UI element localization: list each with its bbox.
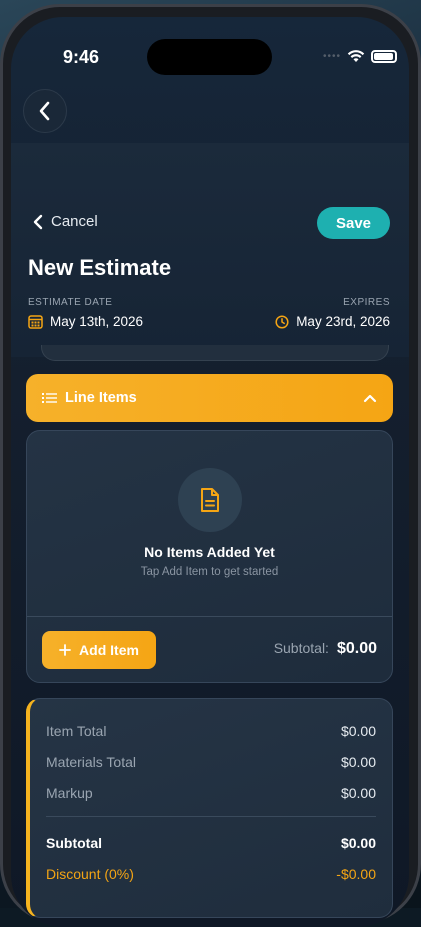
empty-state-title: No Items Added Yet xyxy=(27,544,392,560)
status-time: 9:46 xyxy=(63,47,99,68)
totals-row-label: Materials Total xyxy=(46,754,136,770)
add-item-label: Add Item xyxy=(79,642,139,658)
page-title: New Estimate xyxy=(28,255,171,281)
chevron-left-icon xyxy=(33,214,43,230)
plus-icon xyxy=(59,644,71,656)
back-button[interactable] xyxy=(23,89,67,133)
line-items-section-header[interactable]: Line Items xyxy=(26,374,393,422)
expires-label: EXPIRES xyxy=(343,297,390,308)
expires-date-picker[interactable]: May 23rd, 2026 xyxy=(275,314,390,329)
estimate-date-label: ESTIMATE DATE xyxy=(28,297,112,308)
cancel-button[interactable]: Cancel xyxy=(33,213,98,230)
line-items-subtotal: Subtotal: $0.00 xyxy=(274,640,377,658)
calendar-icon xyxy=(28,314,43,329)
signal-dots-icon: •••• xyxy=(323,51,341,62)
line-items-label: Line Items xyxy=(65,390,363,406)
totals-row-value: $0.00 xyxy=(341,723,376,739)
card-bottom-edge xyxy=(41,345,389,361)
totals-row-subtotal: Subtotal $0.00 xyxy=(46,835,376,851)
totals-row-label: Discount (0%) xyxy=(46,866,134,882)
totals-row-label: Markup xyxy=(46,785,93,801)
totals-row-value: $0.00 xyxy=(341,835,376,851)
estimate-date-picker[interactable]: May 13th, 2026 xyxy=(28,314,143,329)
totals-row-value: -$0.00 xyxy=(336,866,376,882)
totals-card: Item Total $0.00 Materials Total $0.00 M… xyxy=(26,698,393,918)
wifi-icon xyxy=(347,49,365,63)
add-item-button[interactable]: Add Item xyxy=(42,631,156,669)
list-icon xyxy=(42,392,57,404)
totals-row-markup: Markup $0.00 xyxy=(46,785,376,801)
chevron-left-icon xyxy=(38,101,52,121)
cancel-label: Cancel xyxy=(51,213,98,230)
empty-state-subtitle: Tap Add Item to get started xyxy=(27,566,392,578)
estimate-date-value: May 13th, 2026 xyxy=(50,314,143,329)
divider xyxy=(27,616,392,617)
chevron-up-icon xyxy=(363,394,377,403)
subtotal-label: Subtotal: xyxy=(274,640,329,656)
divider xyxy=(46,816,376,817)
document-icon xyxy=(199,487,221,513)
totals-row-value: $0.00 xyxy=(341,754,376,770)
totals-row-label: Item Total xyxy=(46,723,106,739)
dynamic-island xyxy=(147,39,272,75)
status-icons: •••• xyxy=(323,49,397,63)
clock-icon xyxy=(275,315,289,329)
expires-date-value: May 23rd, 2026 xyxy=(296,314,390,329)
totals-row-discount[interactable]: Discount (0%) -$0.00 xyxy=(46,866,376,882)
line-items-card: No Items Added Yet Tap Add Item to get s… xyxy=(26,430,393,683)
totals-row-materials-total: Materials Total $0.00 xyxy=(46,754,376,770)
phone-frame: 9:46 •••• Cancel Save New Estimate ES xyxy=(0,4,421,924)
empty-state-badge xyxy=(178,468,242,532)
subtotal-value: $0.00 xyxy=(337,640,377,658)
battery-icon xyxy=(371,50,397,63)
totals-row-value: $0.00 xyxy=(341,785,376,801)
totals-row-label: Subtotal xyxy=(46,835,102,851)
app-screen: 9:46 •••• Cancel Save New Estimate ES xyxy=(11,17,409,927)
totals-row-item-total: Item Total $0.00 xyxy=(46,723,376,739)
save-button[interactable]: Save xyxy=(317,207,390,239)
